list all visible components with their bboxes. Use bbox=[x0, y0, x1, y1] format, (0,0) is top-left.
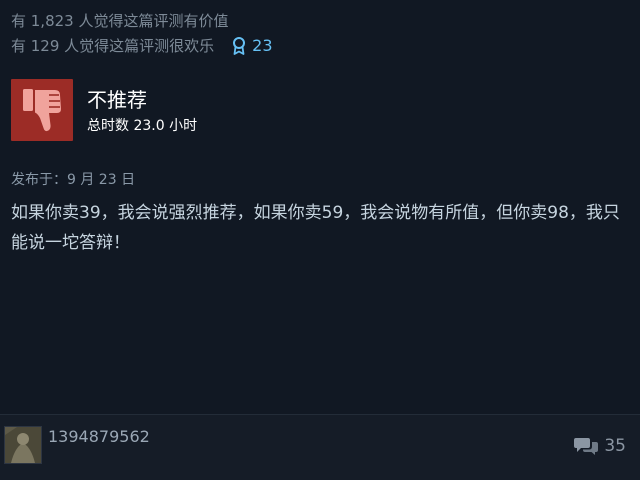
awards-button[interactable]: 23 bbox=[232, 35, 273, 57]
award-ribbon-icon bbox=[233, 36, 246, 55]
comment-bubbles-icon bbox=[574, 438, 599, 455]
avatar-image bbox=[5, 427, 41, 463]
review-footer bbox=[0, 415, 640, 480]
helpful-summary: 有 1,823 人觉得这篇评测有价值 有 129 人觉得这篇评测很欢乐 23 bbox=[11, 8, 273, 58]
verdict-title: 不推荐 bbox=[87, 88, 147, 112]
review-verdict: 不推荐 总时数 23.0 小时 bbox=[11, 79, 197, 141]
comments-count: 35 bbox=[604, 436, 626, 456]
helpful-count-text: 有 1,823 人觉得这篇评测有价值 bbox=[11, 11, 229, 30]
funny-line: 有 129 人觉得这篇评测很欢乐 23 bbox=[11, 33, 273, 58]
author-name[interactable]: 1394879562 bbox=[48, 427, 150, 447]
awards-count: 23 bbox=[252, 35, 273, 55]
review-page: 有 1,823 人觉得这篇评测有价值 有 129 人觉得这篇评测很欢乐 23 不… bbox=[0, 0, 640, 480]
comments-button[interactable]: 35 bbox=[574, 436, 626, 456]
review-body: 如果你卖39，我会说强烈推荐，如果你卖59，我会说物有所值，但你卖98，我只能说… bbox=[11, 203, 620, 253]
posted-date: 发布于：9 月 23 日 bbox=[11, 172, 136, 188]
avatar[interactable] bbox=[4, 426, 42, 464]
playtime-hours: 总时数 23.0 小时 bbox=[87, 118, 198, 134]
funny-count-text: 有 129 人觉得这篇评测很欢乐 bbox=[11, 36, 215, 55]
thumb-down-badge bbox=[11, 79, 73, 141]
thumbs-down-icon bbox=[23, 89, 61, 132]
helpful-line: 有 1,823 人觉得这篇评测有价值 bbox=[11, 8, 273, 33]
verdict-text: 不推荐 总时数 23.0 小时 bbox=[87, 87, 197, 137]
